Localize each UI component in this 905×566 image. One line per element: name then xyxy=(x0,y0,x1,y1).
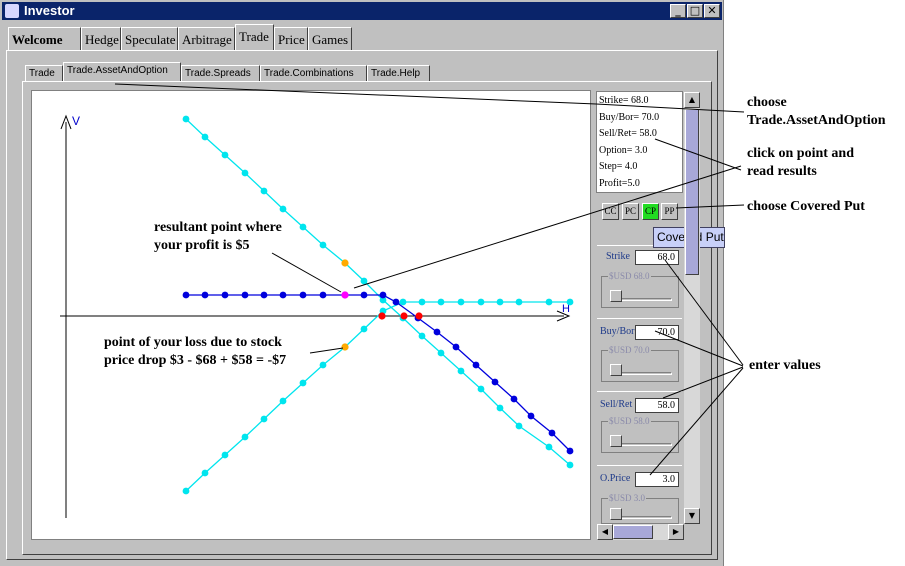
callout-cp xyxy=(675,204,745,209)
callout-point-1 xyxy=(353,165,742,289)
callout-tab xyxy=(114,83,745,113)
callout-resultant xyxy=(271,252,342,293)
callout-enter-2 xyxy=(654,330,744,367)
callout-enter-4 xyxy=(649,367,744,476)
callout-point-2 xyxy=(654,138,742,171)
callout-lines xyxy=(114,83,745,476)
callout-loss xyxy=(309,347,344,354)
callout-enter-1 xyxy=(664,259,744,366)
